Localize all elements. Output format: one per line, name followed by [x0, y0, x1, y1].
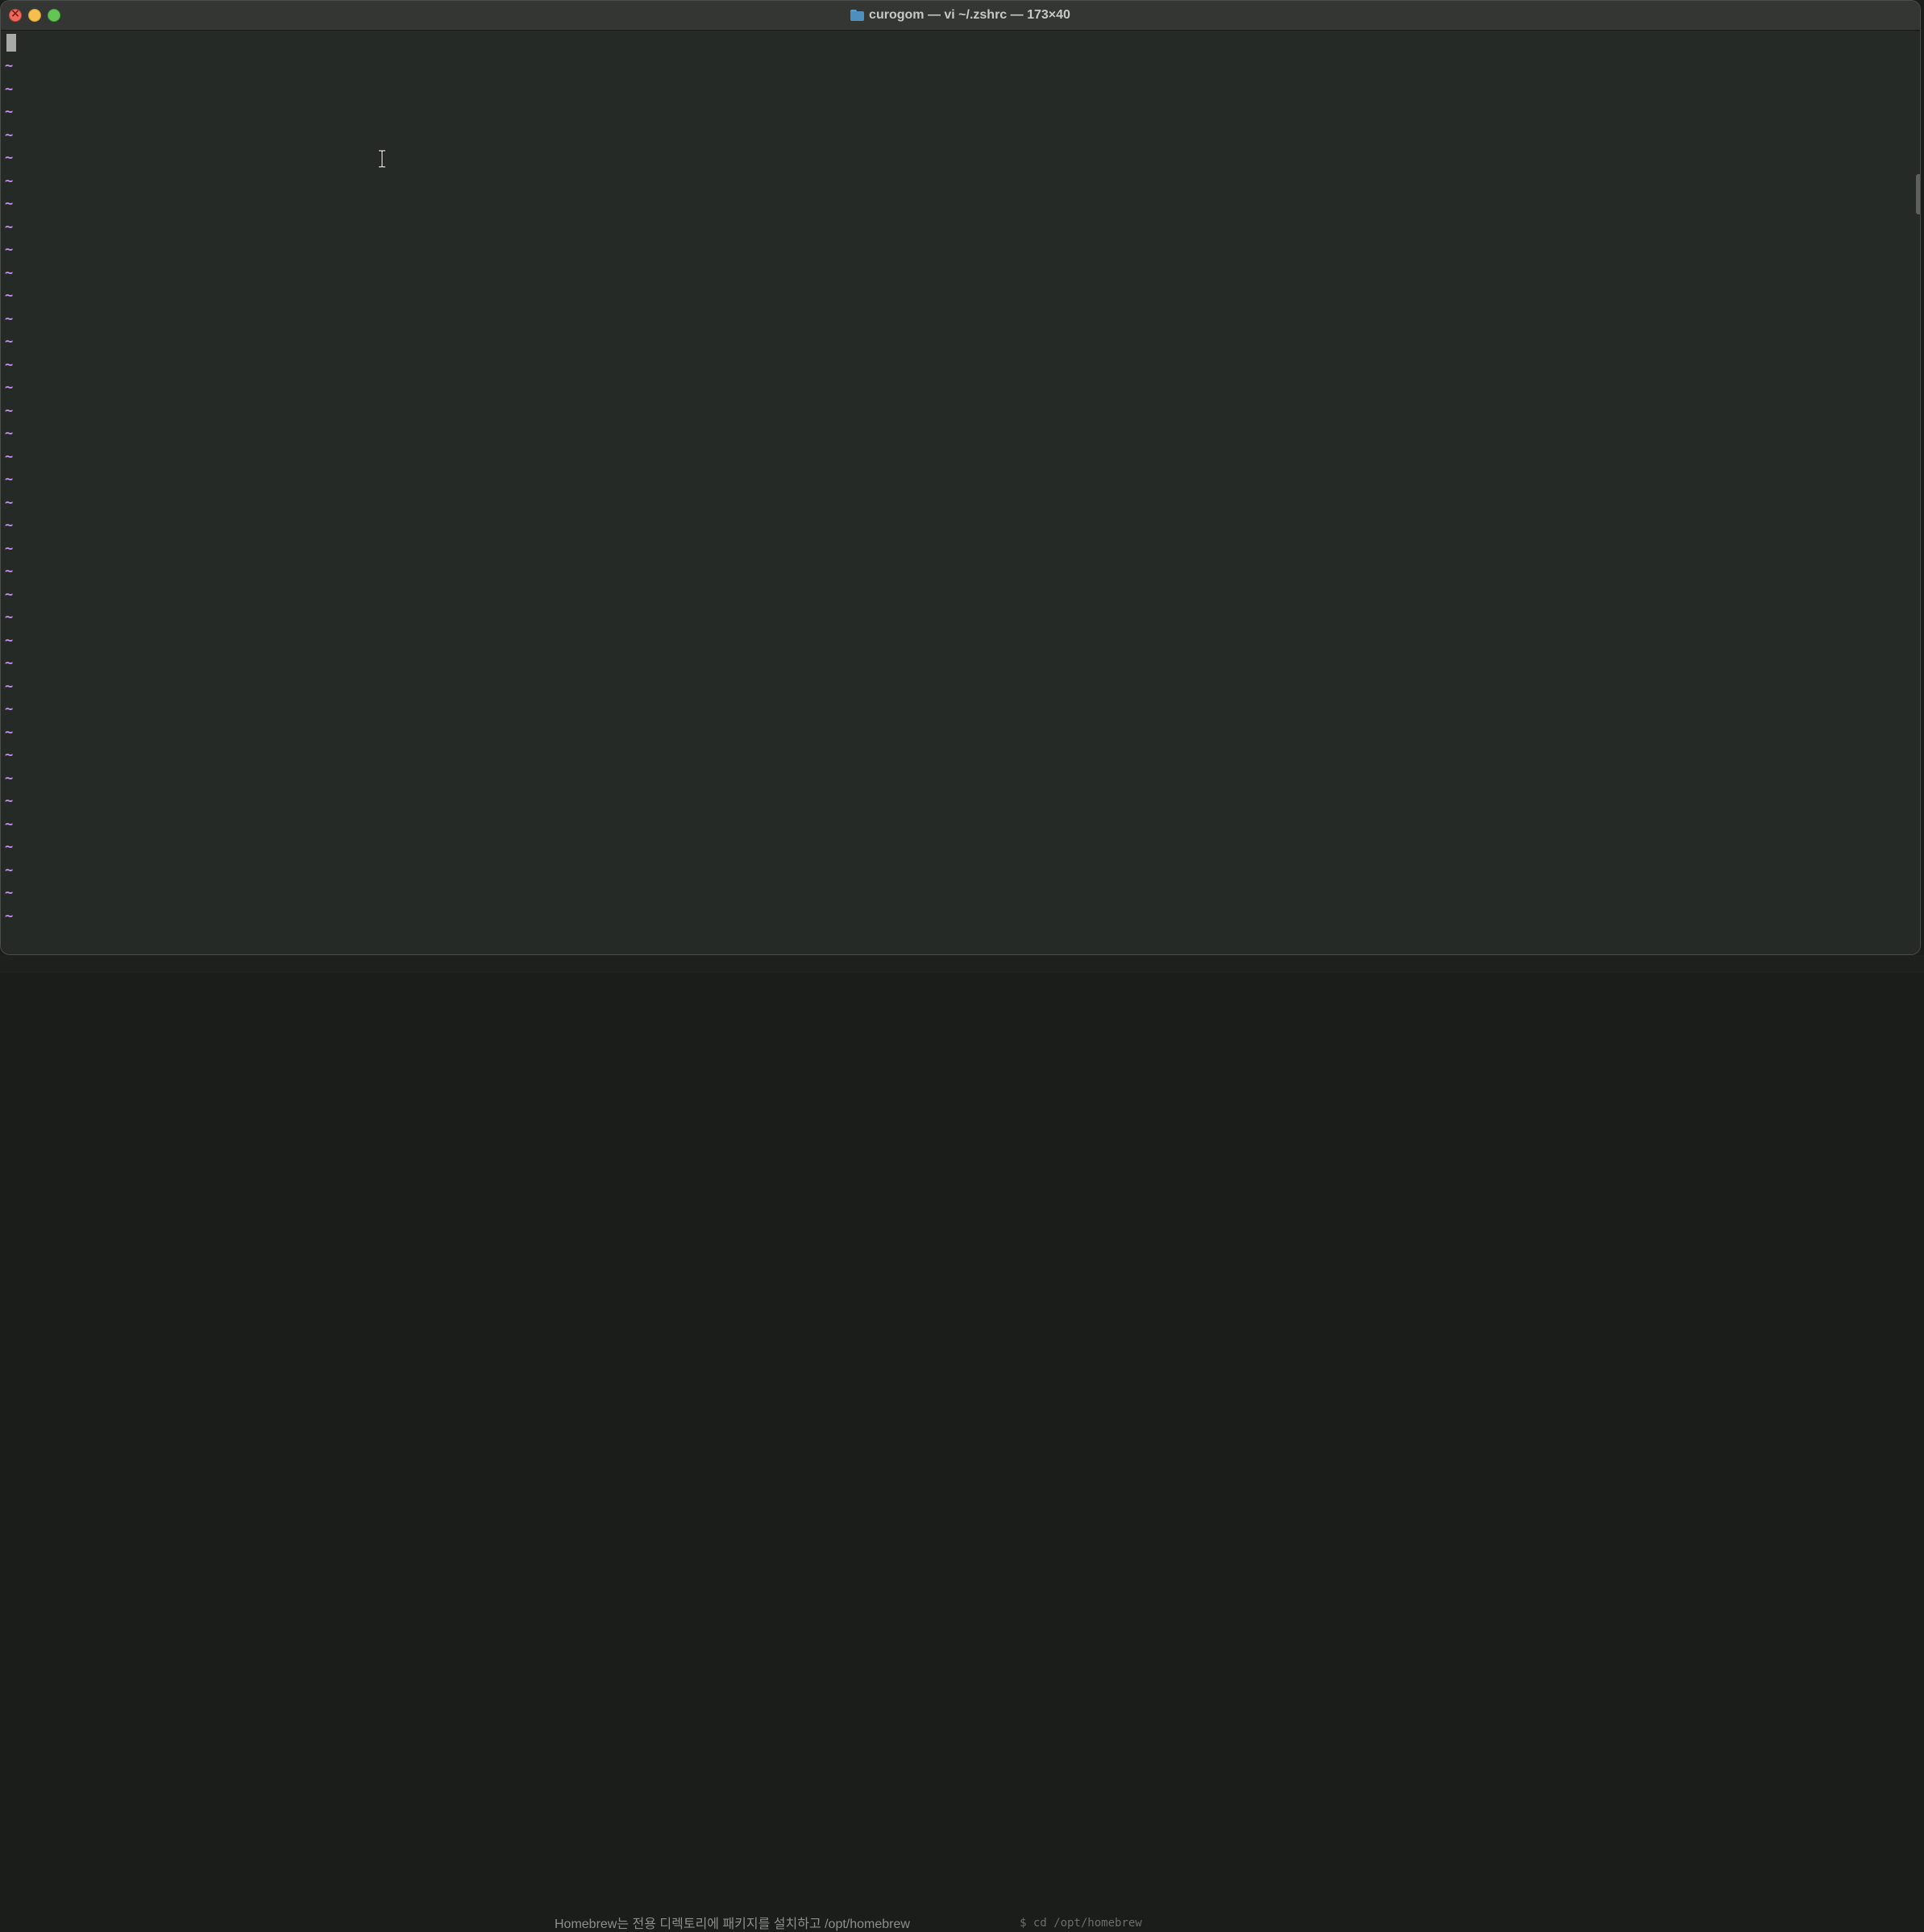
tilde-line-marker: ~	[5, 81, 14, 98]
tilde-line-marker: ~	[5, 150, 14, 166]
background-code-text: $ cd /opt/homebrew	[1020, 1917, 1142, 1930]
tilde-line-marker: ~	[5, 678, 14, 695]
folder-icon	[850, 10, 865, 21]
tilde-line-marker: ~	[5, 218, 14, 235]
zoom-button[interactable]	[48, 9, 60, 22]
tilde-line-marker: ~	[5, 196, 14, 212]
tilde-line-marker: ~	[5, 770, 14, 787]
tilde-line-marker: ~	[5, 472, 14, 488]
minimize-button[interactable]	[28, 9, 41, 22]
tilde-line-marker: ~	[5, 793, 14, 809]
tilde-line-marker: ~	[5, 310, 14, 327]
tilde-line-marker: ~	[5, 862, 14, 879]
close-button[interactable]	[9, 7, 22, 22]
tilde-line-marker: ~	[5, 563, 14, 580]
background-text: Homebrew는 전용 디렉토리에 패키지를 설치하고 /opt/homebr…	[555, 1917, 910, 1931]
tilde-line-marker: ~	[5, 242, 14, 258]
tilde-line-marker: ~	[5, 839, 14, 855]
tilde-line-marker: ~	[5, 517, 14, 534]
tilde-line-marker: ~	[5, 655, 14, 671]
tilde-line-marker: ~	[5, 540, 14, 557]
tilde-line-marker: ~	[5, 104, 14, 120]
tilde-line-marker: ~	[5, 701, 14, 717]
tilde-line-marker: ~	[5, 724, 14, 741]
tilde-line-marker: ~	[5, 747, 14, 763]
tilde-line-marker: ~	[5, 58, 14, 74]
tilde-line-marker: ~	[5, 172, 14, 189]
window-title-text: curogom — vi ~/.zshrc — 173×40	[869, 8, 1070, 22]
tilde-line-marker: ~	[5, 264, 14, 281]
tilde-line-marker: ~	[5, 288, 14, 304]
window-title: curogom — vi ~/.zshrc — 173×40	[850, 8, 1070, 23]
background-window: Homebrew는 전용 디렉토리에 패키지를 설치하고 /opt/homebr…	[0, 955, 1924, 1931]
tilde-line-marker: ~	[5, 426, 14, 442]
terminal-window: curogom — vi ~/.zshrc — 173×40 ~~~~~~~~~…	[0, 0, 1921, 955]
window-titlebar[interactable]: curogom — vi ~/.zshrc — 173×40	[1, 1, 1920, 31]
tilde-line-marker: ~	[5, 380, 14, 396]
window-controls	[9, 7, 60, 22]
empty-line-markers: ~ ~ ~ ~ ~ ~ ~ ~ ~ ~ ~ ~ ~ ~ ~ ~ ~ ~ ~ ~ ~ ~ ~ ~ ~ ~ ~ ~ ~ ~ ~ ~ ~ ~ ~ ~ ~ ~	[5, 55, 13, 928]
tilde-line-marker: ~	[5, 586, 14, 603]
tilde-line-marker: ~	[5, 127, 14, 143]
text-cursor	[6, 34, 16, 52]
tilde-line-marker: ~	[5, 632, 14, 649]
tilde-line-marker: ~	[5, 609, 14, 625]
tilde-line-marker: ~	[5, 885, 14, 901]
ibeam-cursor-icon	[379, 150, 385, 168]
tilde-line-marker: ~	[5, 816, 14, 833]
tilde-line-marker: ~	[5, 402, 14, 419]
tilde-line-marker: ~	[5, 908, 14, 924]
tilde-line-marker: ~	[5, 494, 14, 511]
tilde-line-marker: ~	[5, 356, 14, 373]
terminal-content[interactable]: ~ ~ ~ ~ ~ ~ ~ ~ ~ ~ ~ ~ ~ ~ ~ ~ ~ ~ ~ ~ ~ ~ ~ ~ ~ ~ ~ ~ ~ ~ ~ ~ ~ ~ ~ ~ ~ ~	[1, 31, 1920, 954]
scrollbar-handle[interactable]	[1916, 174, 1920, 214]
tilde-line-marker: ~	[5, 448, 14, 465]
tilde-line-marker: ~	[5, 334, 14, 350]
